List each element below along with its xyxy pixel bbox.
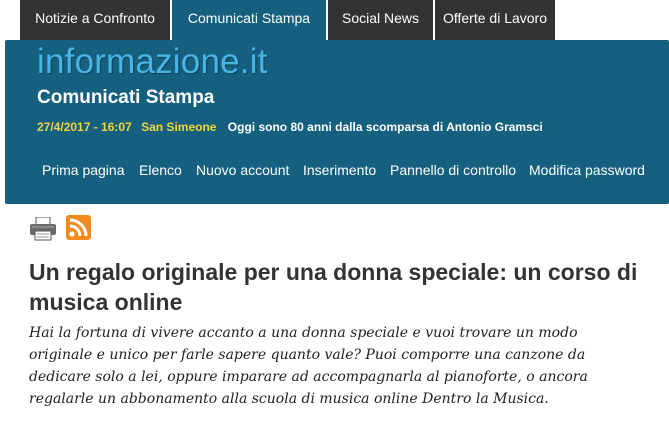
site-logo[interactable]: informazione.it bbox=[37, 42, 268, 82]
tab-notizie-a-confronto[interactable]: Notizie a Confronto bbox=[20, 0, 170, 40]
article-lead: Hai la fortuna di vivere accanto a una d… bbox=[29, 325, 588, 407]
nav-inserimento[interactable]: Inserimento bbox=[303, 162, 376, 178]
anniversary-text: Oggi sono 80 anni dalla scomparsa di bbox=[227, 120, 444, 134]
nav-elenco[interactable]: Elenco bbox=[139, 162, 182, 178]
saint-of-day: San Simeone bbox=[141, 120, 217, 134]
section-title: Comunicati Stampa bbox=[37, 87, 215, 108]
tab-offerte-di-lavoro[interactable]: Offerte di Lavoro bbox=[435, 0, 555, 40]
nav-nuovo-account[interactable]: Nuovo account bbox=[196, 162, 289, 178]
nav-modifica-password[interactable]: Modifica password bbox=[529, 162, 645, 178]
nav-prima-pagina[interactable]: Prima pagina bbox=[42, 162, 125, 178]
nav-pannello-di-controllo[interactable]: Pannello di controllo bbox=[390, 162, 516, 178]
anniversary-name[interactable]: Antonio Gramsci bbox=[446, 120, 543, 134]
rss-icon[interactable] bbox=[66, 215, 91, 240]
site-header: informazione.it Comunicati Stampa 27/4/2… bbox=[5, 40, 669, 204]
tab-social-news[interactable]: Social News bbox=[328, 0, 433, 40]
tab-comunicati-stampa[interactable]: Comunicati Stampa bbox=[172, 0, 326, 40]
info-line: 27/4/2017 - 16:07 San Simeone Oggi sono … bbox=[37, 120, 543, 134]
top-navigation: Notizie a Confronto Comunicati Stampa So… bbox=[0, 0, 669, 40]
current-date: 27/4/2017 - 16:07 bbox=[37, 120, 132, 134]
article-title: Un regalo originale per una donna specia… bbox=[29, 259, 638, 315]
main-navigation: Prima pagina Elenco Nuovo account Inseri… bbox=[5, 162, 669, 184]
printer-icon[interactable] bbox=[29, 217, 57, 241]
